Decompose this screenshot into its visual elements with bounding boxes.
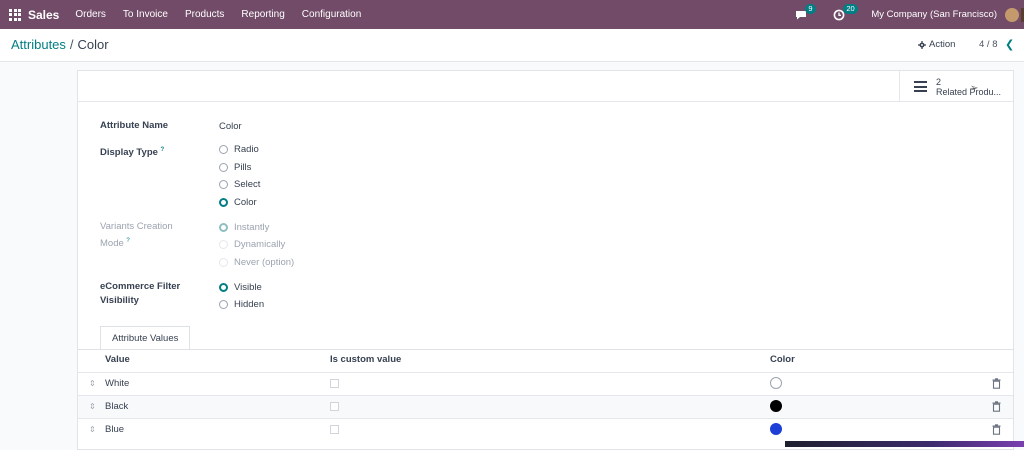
display-type-color[interactable]: Color [219, 197, 257, 208]
variants-never: Never (option) [219, 257, 294, 268]
drag-handle-icon[interactable]: ⇕ [89, 402, 96, 411]
variants-option-label: Instantly [234, 222, 270, 233]
display-type-help-icon[interactable]: ? [161, 147, 165, 153]
display-type-option-label: Pills [234, 162, 252, 173]
custom-value-checkbox[interactable] [330, 425, 339, 434]
related-products-button[interactable]: 2 Related Produ... ➢ [899, 71, 1013, 102]
variants-option-label: Dynamically [234, 239, 286, 250]
variants-creation-label: Variants Creation Mode ? [100, 220, 173, 251]
column-header-custom[interactable]: Is custom value [330, 354, 401, 365]
color-swatch[interactable] [770, 423, 782, 435]
variants-label-line1: Variants Creation [100, 221, 173, 232]
radio-circle[interactable] [219, 300, 228, 309]
ecommerce-visibility-label: eCommerce Filter Visibility [100, 280, 180, 308]
drag-handle-icon[interactable]: ⇕ [89, 425, 96, 434]
trash-icon[interactable] [992, 424, 1001, 435]
video-overlay-strip [785, 441, 1024, 447]
radio-circle[interactable] [219, 145, 228, 154]
form-sheet: 2 Related Produ... ➢ Attribute Name Colo… [77, 70, 1014, 450]
row-value[interactable]: Black [105, 401, 128, 412]
table-row[interactable]: ⇕ Blue [78, 418, 1013, 441]
menu-to-invoice[interactable]: To Invoice [123, 9, 168, 20]
tab-divider [78, 349, 1013, 350]
company-switcher[interactable]: My Company (San Francisco) [871, 9, 997, 20]
messages-button[interactable]: 9 [795, 3, 816, 22]
variants-dynamically: Dynamically [219, 239, 285, 250]
chevron-left-icon[interactable]: ❮ [1005, 38, 1014, 51]
display-type-pills[interactable]: Pills [219, 162, 251, 173]
ecommerce-label-line2: Visibility [100, 295, 139, 306]
messages-count-badge: 9 [805, 3, 816, 14]
pager-value[interactable]: 4 / 8 [979, 39, 998, 50]
display-type-option-label: Radio [234, 144, 259, 155]
variants-help-icon[interactable]: ? [126, 238, 129, 244]
app-name[interactable]: Sales [28, 8, 59, 22]
trash-icon[interactable] [992, 378, 1001, 389]
radio-circle-checked[interactable] [219, 283, 228, 292]
table-row[interactable]: ⇕ Black [78, 395, 1013, 418]
radio-circle [219, 258, 228, 267]
row-value[interactable]: White [105, 378, 129, 389]
action-label: Action [929, 39, 956, 50]
control-panel: Attributes / Color Action 4 / 8 ❮ [0, 29, 1024, 62]
custom-value-checkbox[interactable] [330, 402, 339, 411]
menu-products[interactable]: Products [185, 9, 224, 20]
radio-circle-checked [219, 223, 228, 232]
menu-orders[interactable]: Orders [75, 9, 106, 20]
ecommerce-visible[interactable]: Visible [219, 282, 262, 293]
variants-label-line2: Mode [100, 238, 124, 250]
apps-grid-icon[interactable] [9, 8, 21, 21]
attribute-name-field[interactable]: Color [219, 121, 242, 132]
table-row[interactable]: ⇕ White [78, 372, 1013, 395]
ecommerce-label-line1: eCommerce Filter [100, 281, 181, 292]
top-navbar: Sales Orders To Invoice Products Reporti… [0, 0, 1024, 29]
display-type-radio[interactable]: Radio [219, 144, 259, 155]
breadcrumb: Attributes / Color [11, 37, 109, 52]
user-avatar[interactable] [1005, 7, 1019, 22]
variants-option-label: Never (option) [234, 257, 295, 268]
action-button[interactable]: Action [918, 39, 955, 50]
column-header-value[interactable]: Value [105, 354, 130, 365]
menu-configuration[interactable]: Configuration [302, 9, 361, 20]
custom-value-checkbox[interactable] [330, 379, 339, 388]
display-type-option-label: Select [234, 179, 261, 190]
display-type-option-label: Color [234, 197, 257, 208]
ecommerce-option-label: Hidden [234, 299, 265, 310]
display-type-select[interactable]: Select [219, 179, 260, 190]
activities-count-badge: 20 [843, 3, 858, 14]
display-type-label-text: Display Type [100, 147, 158, 159]
tab-attribute-values[interactable]: Attribute Values [100, 326, 191, 350]
drag-handle-icon[interactable]: ⇕ [89, 379, 96, 388]
attribute-name-label: Attribute Name [100, 120, 169, 131]
color-swatch[interactable] [770, 377, 782, 389]
activities-button[interactable]: 20 [833, 3, 858, 22]
breadcrumb-separator: / [69, 37, 74, 52]
related-products-count: 2 [936, 76, 942, 87]
trash-icon[interactable] [992, 401, 1001, 412]
related-products-label: Related Produ... [936, 86, 1002, 97]
color-swatch[interactable] [770, 400, 782, 412]
ecommerce-option-label: Visible [234, 282, 262, 293]
radio-circle[interactable] [219, 163, 228, 172]
mouse-pointer-icon: ➢ [970, 83, 979, 94]
list-icon [914, 81, 927, 92]
variants-instantly: Instantly [219, 222, 269, 233]
radio-circle-checked[interactable] [219, 198, 228, 207]
radio-circle[interactable] [219, 180, 228, 189]
radio-circle [219, 240, 228, 249]
breadcrumb-current: Color [77, 37, 109, 52]
breadcrumb-attributes[interactable]: Attributes [11, 37, 66, 52]
gear-icon [918, 40, 926, 49]
menu-reporting[interactable]: Reporting [241, 9, 284, 20]
display-type-label: Display Type ? [100, 143, 164, 160]
column-header-color[interactable]: Color [770, 354, 795, 365]
row-value[interactable]: Blue [105, 424, 124, 435]
smart-button-box: 2 Related Produ... ➢ [78, 71, 1013, 102]
ecommerce-hidden[interactable]: Hidden [219, 299, 264, 310]
